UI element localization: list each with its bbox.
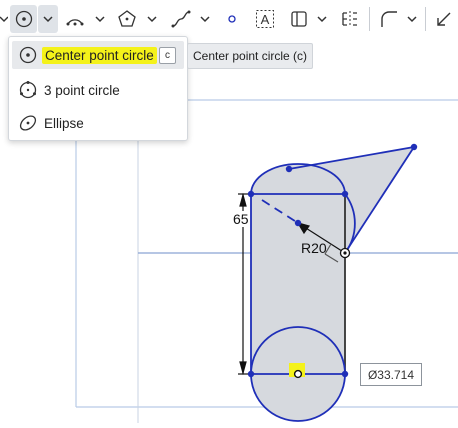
chevron-down-icon[interactable] xyxy=(38,5,58,33)
menu-item-ellipse[interactable]: Ellipse xyxy=(12,109,184,137)
menu-item-three-point-circle[interactable]: 3 point circle xyxy=(12,76,184,104)
toolbar-divider xyxy=(369,7,370,31)
mirror-icon[interactable] xyxy=(338,0,362,37)
use-icon[interactable] xyxy=(288,0,310,37)
menu-item-label: 3 point circle xyxy=(44,82,120,98)
tool-tooltip: Center point circle (c) xyxy=(187,43,314,69)
center-point-circle-icon xyxy=(17,44,39,66)
trim-icon[interactable] xyxy=(432,0,456,37)
polygon-icon[interactable] xyxy=(114,0,140,37)
chevron-down-icon[interactable] xyxy=(314,0,330,37)
shortcut-key: c xyxy=(159,47,176,64)
spline-icon[interactable] xyxy=(168,0,194,37)
menu-item-label: Center point circle xyxy=(42,46,157,64)
arc-icon[interactable] xyxy=(62,0,88,37)
chevron-down-icon[interactable] xyxy=(144,0,160,37)
sketch-toolbar: A xyxy=(0,0,458,37)
arrow-partial-icon[interactable] xyxy=(0,0,8,37)
center-point-cursor[interactable] xyxy=(293,369,303,379)
coincident-marker xyxy=(339,247,351,259)
three-point-circle-icon xyxy=(17,79,39,101)
text-icon[interactable]: A xyxy=(253,0,277,37)
point-icon[interactable] xyxy=(221,0,243,37)
center-point-circle-icon[interactable] xyxy=(10,5,37,33)
diameter-input[interactable]: Ø33.714 xyxy=(360,363,422,386)
toolbar-divider xyxy=(425,7,426,31)
radius-dimension-label[interactable]: R20 xyxy=(301,240,327,256)
menu-item-center-point-circle[interactable]: Center point circle c xyxy=(12,41,184,69)
chevron-down-icon[interactable] xyxy=(197,0,213,37)
menu-item-label: Ellipse xyxy=(44,115,84,131)
circle-tool-menu: Center point circle c 3 point circle Ell… xyxy=(8,36,188,141)
svg-text:A: A xyxy=(261,12,270,27)
dimension-65-label[interactable]: 65 xyxy=(232,211,250,227)
ellipse-icon xyxy=(17,112,39,134)
chevron-down-icon[interactable] xyxy=(92,0,108,37)
chevron-down-icon[interactable] xyxy=(404,0,420,37)
fillet-icon[interactable] xyxy=(376,0,402,37)
